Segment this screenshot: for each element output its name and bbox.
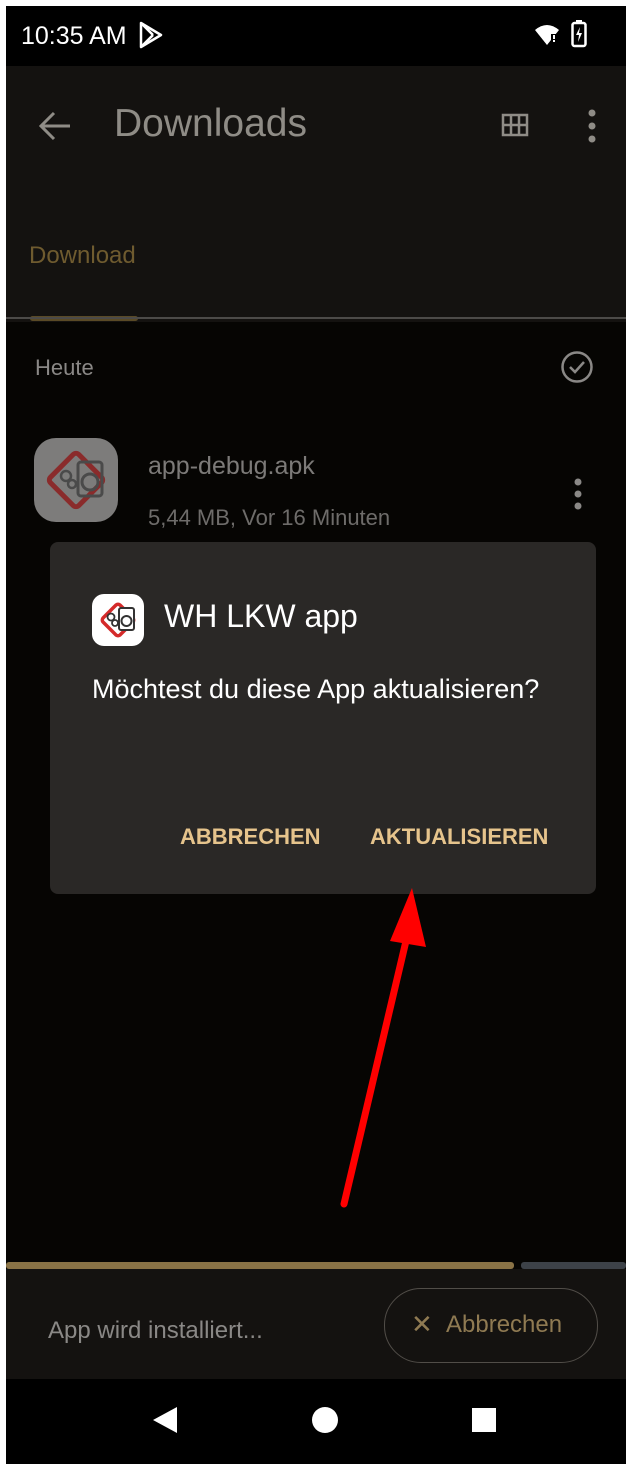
nav-back-icon[interactable] — [151, 1405, 179, 1435]
install-progress-bar — [6, 1262, 514, 1269]
install-progress-track — [521, 1262, 626, 1269]
abort-install-button[interactable]: ✕ Abbrechen — [384, 1288, 598, 1363]
nav-home-icon[interactable] — [312, 1407, 338, 1433]
nav-recents-icon[interactable] — [472, 1408, 496, 1432]
abort-install-label: Abbrechen — [446, 1311, 563, 1338]
navigation-bar — [6, 1379, 626, 1464]
install-status-text: App wird installiert... — [48, 1317, 263, 1344]
annotation-arrow — [340, 888, 426, 1208]
screen: 10:35 AM Downloads Download Heute app-de… — [6, 6, 626, 1464]
close-icon: ✕ — [411, 1309, 433, 1339]
install-bar: App wird installiert... ✕ Abbrechen — [6, 1269, 626, 1379]
